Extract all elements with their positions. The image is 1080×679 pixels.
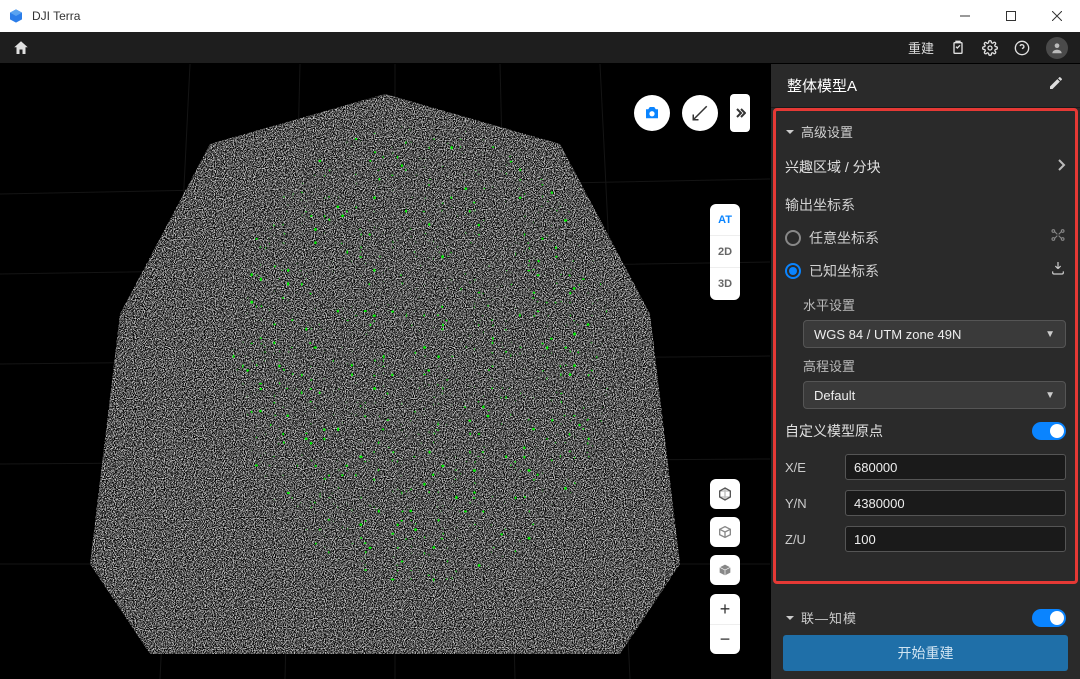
roi-label: 兴趣区域 / 分块	[785, 157, 881, 177]
arbitrary-cs-radio[interactable]	[785, 230, 801, 246]
drone-icon[interactable]	[1050, 227, 1066, 248]
settings-icon[interactable]	[982, 40, 998, 56]
output-cs-label: 输出坐标系	[785, 187, 1066, 221]
measure-button[interactable]	[682, 95, 718, 131]
start-rebuild-label: 开始重建	[898, 643, 954, 663]
view-mode-at[interactable]: AT	[710, 204, 740, 236]
horizontal-value: WGS 84 / UTM zone 49N	[814, 327, 961, 342]
viewport-3d[interactable]: AT 2D 3D + −	[0, 64, 770, 679]
panel-title: 整体模型A	[787, 75, 857, 96]
point-cloud	[0, 64, 770, 679]
yn-label: Y/N	[785, 496, 825, 511]
caret-down-icon: ▼	[1045, 390, 1055, 401]
arbitrary-cs-label: 任意坐标系	[809, 228, 879, 248]
truncated-label: 联⁠⁠⁠⁠—⁠知⁠模	[801, 608, 857, 627]
clipboard-icon[interactable]	[950, 40, 966, 56]
truncated-section[interactable]: 联⁠⁠⁠⁠—⁠知⁠模	[771, 602, 1080, 627]
window-titlebar: DJI Terra	[0, 0, 1080, 32]
custom-origin-toggle[interactable]	[1032, 422, 1066, 440]
edit-title-button[interactable]	[1048, 75, 1064, 96]
rebuild-link[interactable]: 重建	[908, 38, 934, 57]
advanced-settings-header[interactable]: 高级设置	[785, 116, 1066, 147]
app-toolbar: 重建	[0, 32, 1080, 64]
advanced-settings-label: 高级设置	[801, 122, 853, 141]
xe-label: X/E	[785, 460, 825, 475]
zu-label: Z/U	[785, 532, 825, 547]
panel-collapse-button[interactable]	[730, 94, 750, 132]
elevation-label: 高程设置	[803, 348, 1066, 381]
app-title: DJI Terra	[32, 9, 80, 23]
import-cs-icon[interactable]	[1050, 260, 1066, 281]
box-solid-button[interactable]	[710, 555, 740, 585]
view-mode-2d[interactable]: 2D	[710, 236, 740, 268]
home-button[interactable]	[12, 39, 30, 57]
view-mode-switch: AT 2D 3D	[710, 204, 740, 300]
truncated-toggle[interactable]	[1032, 609, 1066, 627]
horizontal-select[interactable]: WGS 84 / UTM zone 49N ▼	[803, 320, 1066, 348]
elevation-select[interactable]: Default ▼	[803, 381, 1066, 409]
roi-row[interactable]: 兴趣区域 / 分块	[785, 147, 1066, 187]
zoom-out-button[interactable]: −	[710, 624, 740, 654]
zu-input[interactable]	[845, 526, 1066, 552]
horizontal-label: 水平设置	[803, 287, 1066, 320]
window-close-button[interactable]	[1034, 0, 1080, 32]
xe-input[interactable]	[845, 454, 1066, 480]
properties-panel: 整体模型A 高级设置 兴趣区域 / 分块 输出坐标系 任意坐标系	[770, 64, 1080, 679]
chevron-right-icon	[1056, 158, 1066, 177]
chevron-down-icon	[785, 613, 795, 623]
known-cs-label: 已知坐标系	[809, 261, 879, 281]
zoom-in-button[interactable]: +	[710, 594, 740, 624]
caret-down-icon: ▼	[1045, 329, 1055, 340]
chevron-down-icon	[785, 127, 795, 137]
user-avatar[interactable]	[1046, 37, 1068, 59]
window-maximize-button[interactable]	[988, 0, 1034, 32]
custom-origin-label: 自定义模型原点	[785, 421, 883, 441]
start-rebuild-button[interactable]: 开始重建	[783, 635, 1068, 671]
help-icon[interactable]	[1014, 40, 1030, 56]
orbit-view-button[interactable]	[710, 479, 740, 509]
view-mode-3d[interactable]: 3D	[710, 268, 740, 300]
yn-input[interactable]	[845, 490, 1066, 516]
elevation-value: Default	[814, 388, 855, 403]
box-outline-button[interactable]	[710, 517, 740, 547]
window-minimize-button[interactable]	[942, 0, 988, 32]
known-cs-radio[interactable]	[785, 263, 801, 279]
snapshot-button[interactable]	[634, 95, 670, 131]
app-logo	[8, 8, 24, 24]
